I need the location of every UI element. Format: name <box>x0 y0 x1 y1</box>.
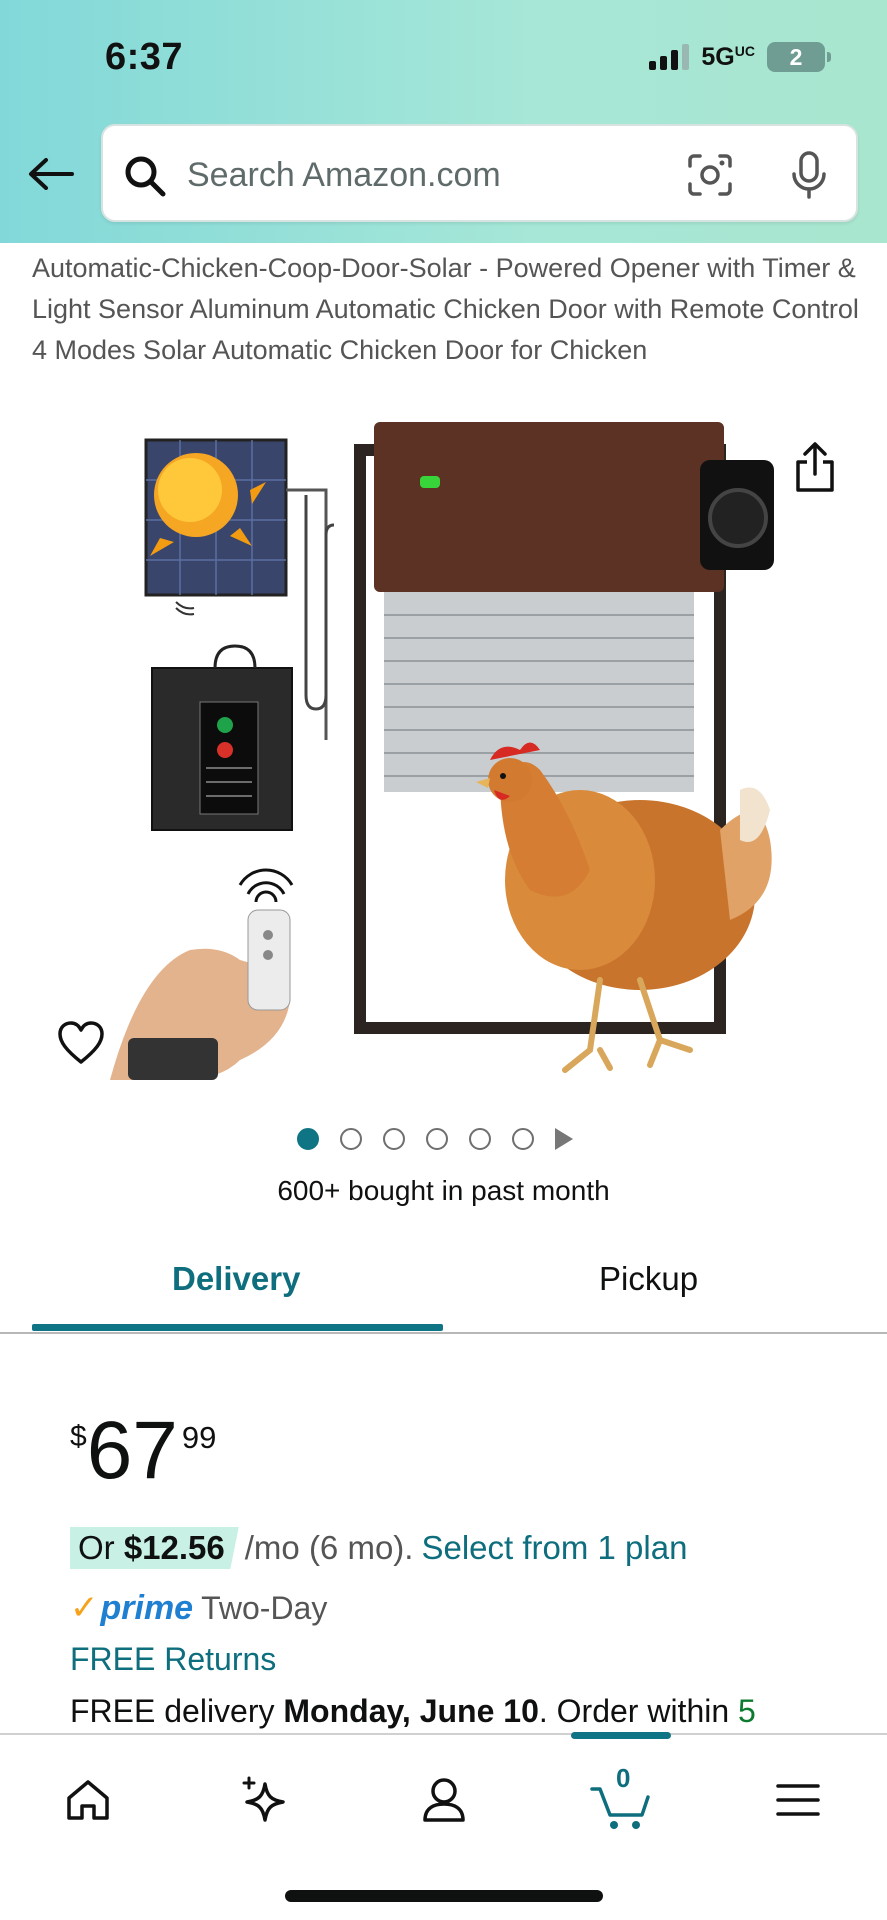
search-bar[interactable] <box>101 124 858 222</box>
heart-icon[interactable] <box>56 1020 106 1066</box>
prime-shipping-label: Two-Day <box>201 1589 328 1626</box>
carousel-dot[interactable] <box>340 1128 362 1150</box>
image-carousel-dots <box>297 1128 573 1150</box>
carousel-dot[interactable] <box>297 1128 319 1150</box>
active-nav-indicator <box>571 1732 671 1739</box>
delivery-estimate: FREE delivery Monday, June 10. Order wit… <box>70 1693 756 1729</box>
network-type: 5GUC <box>701 42 755 71</box>
home-icon[interactable] <box>53 1765 123 1835</box>
menu-icon[interactable] <box>763 1765 833 1835</box>
select-plan-link[interactable]: Select from 1 plan <box>421 1529 687 1567</box>
free-returns-link[interactable]: FREE Returns <box>70 1641 276 1678</box>
carousel-dot[interactable] <box>512 1128 534 1150</box>
product-title[interactable]: Automatic-Chicken-Coop-Door-Solar - Powe… <box>32 248 862 371</box>
monthly-payment: Or $12.56 /mo (6 mo). Select from 1 plan <box>70 1527 687 1569</box>
share-icon[interactable] <box>790 440 840 496</box>
back-arrow-icon[interactable] <box>26 152 76 196</box>
price-whole: 67 <box>86 1405 178 1496</box>
carousel-dot[interactable] <box>383 1128 405 1150</box>
sparkle-icon[interactable] <box>230 1765 300 1835</box>
price-symbol: $ <box>70 1420 87 1453</box>
home-indicator <box>285 1890 603 1902</box>
microphone-icon[interactable] <box>789 150 829 200</box>
signal-icon <box>649 44 690 70</box>
status-indicators: 5GUC 2 <box>649 42 831 72</box>
search-icon <box>125 156 166 197</box>
status-time: 6:37 <box>105 36 184 78</box>
camera-lens-icon[interactable] <box>686 152 734 198</box>
prime-logo: prime <box>100 1588 194 1627</box>
product-image[interactable] <box>0 410 887 1090</box>
carousel-dot[interactable] <box>426 1128 448 1150</box>
monthly-terms: /mo (6 mo). <box>244 1529 414 1566</box>
monthly-badge: Or $12.56 <box>70 1527 239 1569</box>
controller-image <box>151 644 293 831</box>
tab-delivery[interactable]: Delivery <box>172 1260 300 1298</box>
prime-check-icon: ✓ <box>70 1589 99 1627</box>
account-icon[interactable] <box>409 1765 479 1835</box>
price: $ 67 99 <box>70 1410 216 1492</box>
active-tab-indicator <box>32 1324 443 1331</box>
header: 6:37 5GUC 2 <box>0 0 887 243</box>
bought-count: 600+ bought in past month <box>277 1175 610 1206</box>
prime-badge: ✓ prime Two-Day <box>70 1588 327 1628</box>
remote-control-image <box>110 868 294 1080</box>
video-play-icon[interactable] <box>555 1128 573 1150</box>
carousel-dot[interactable] <box>469 1128 491 1150</box>
product-illustration <box>110 422 774 1080</box>
price-fraction: 99 <box>181 1420 217 1455</box>
search-input[interactable] <box>187 148 657 202</box>
fulfillment-tabs: Delivery Pickup <box>0 1240 887 1334</box>
cart-count: 0 <box>616 1763 631 1793</box>
battery-icon: 2 <box>767 42 831 72</box>
tab-pickup[interactable]: Pickup <box>599 1260 698 1298</box>
